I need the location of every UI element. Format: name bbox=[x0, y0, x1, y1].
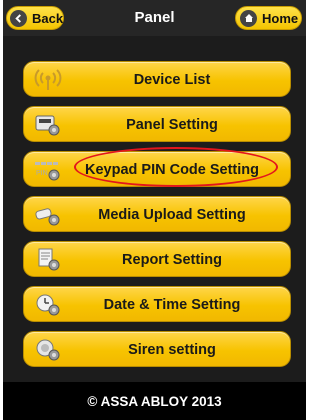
camera-gear-icon bbox=[33, 202, 63, 228]
siren-gear-icon bbox=[33, 337, 63, 363]
menu-item-label: Media Upload Setting bbox=[98, 207, 246, 223]
app-frame: Back Panel Home Device List Panel Settin… bbox=[0, 0, 309, 420]
wireless-signal-icon bbox=[33, 67, 63, 93]
home-button-label: Home bbox=[262, 10, 299, 26]
footer-copyright: © ASSA ABLOY 2013 bbox=[3, 382, 306, 420]
keypad-pin-gear-icon: PIN bbox=[33, 157, 63, 183]
menu-item-device-list[interactable]: Device List bbox=[23, 61, 291, 97]
menu-item-date-time-setting[interactable]: Date & Time Setting bbox=[23, 286, 291, 322]
menu-item-label: Panel Setting bbox=[126, 117, 218, 133]
menu-item-siren-setting[interactable]: Siren setting bbox=[23, 331, 291, 367]
menu-item-panel-setting[interactable]: Panel Setting bbox=[23, 106, 291, 142]
menu-item-label: Report Setting bbox=[122, 252, 222, 268]
menu-item-label: Siren setting bbox=[128, 342, 216, 358]
menu-item-media-upload-setting[interactable]: Media Upload Setting bbox=[23, 196, 291, 232]
menu-item-label: Keypad PIN Code Setting bbox=[84, 162, 260, 178]
svg-text:PIN: PIN bbox=[36, 170, 48, 177]
clock-gear-icon bbox=[33, 292, 63, 318]
top-bar: Back Panel Home bbox=[3, 0, 306, 36]
document-gear-icon bbox=[33, 247, 63, 273]
menu-item-label: Date & Time Setting bbox=[103, 297, 241, 313]
menu-item-report-setting[interactable]: Report Setting bbox=[23, 241, 291, 277]
menu-item-keypad-pin-code-setting[interactable]: PIN Keypad PIN Code Setting bbox=[23, 151, 291, 187]
home-icon bbox=[240, 9, 257, 27]
menu-item-label: Device List bbox=[133, 72, 211, 88]
panel-gear-icon bbox=[33, 112, 63, 138]
home-button[interactable]: Home bbox=[235, 6, 302, 30]
